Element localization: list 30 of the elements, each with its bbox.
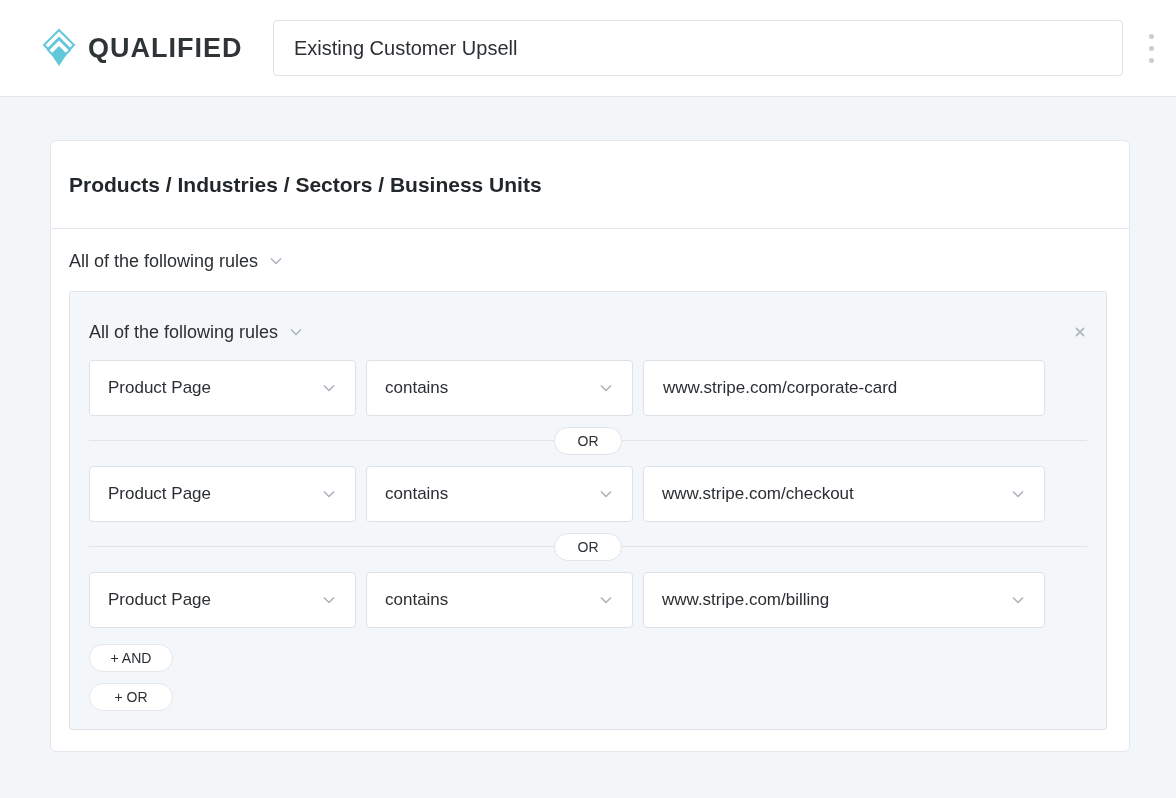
or-toggle-button[interactable]: OR — [554, 533, 622, 561]
match-dropdown[interactable]: All of the following rules — [69, 247, 283, 275]
chevron-down-icon — [1012, 596, 1024, 604]
operator-select[interactable]: contains — [366, 572, 633, 628]
value-select[interactable]: www.stripe.com/billing — [643, 572, 1045, 628]
chevron-down-icon — [600, 490, 612, 498]
operator-select[interactable]: contains — [366, 360, 633, 416]
brand-name: QUALIFIED — [88, 32, 243, 64]
chevron-down-icon — [270, 257, 283, 265]
chevron-down-icon — [290, 328, 303, 336]
field-select[interactable]: Product Page — [89, 360, 356, 416]
section-title: Products / Industries / Sectors / Business Units — [69, 172, 542, 197]
close-icon[interactable] — [1075, 327, 1085, 337]
operator-select[interactable]: contains — [366, 466, 633, 522]
chevron-down-icon — [600, 596, 612, 604]
value-input-field[interactable]: www.stripe.com/corporate-card — [643, 360, 1045, 416]
title-input-field[interactable]: Existing Customer Upsell — [273, 20, 1123, 76]
chevron-down-icon — [1012, 490, 1024, 498]
chevron-down-icon — [323, 384, 335, 392]
or-toggle-button[interactable]: OR — [554, 427, 622, 455]
match-dropdown[interactable]: All of the following rules — [89, 318, 303, 346]
add-rule-button[interactable]: + OR — [89, 683, 173, 711]
value-select[interactable]: www.stripe.com/checkout — [643, 466, 1045, 522]
diamond-logo-icon — [42, 28, 76, 68]
chevron-down-icon — [600, 384, 612, 392]
field-select[interactable]: Product Page — [89, 572, 356, 628]
field-select[interactable]: Product Page — [89, 466, 356, 522]
chevron-down-icon — [323, 596, 335, 604]
chevron-down-icon — [323, 490, 335, 498]
add-rule-button[interactable]: + AND — [89, 644, 173, 672]
